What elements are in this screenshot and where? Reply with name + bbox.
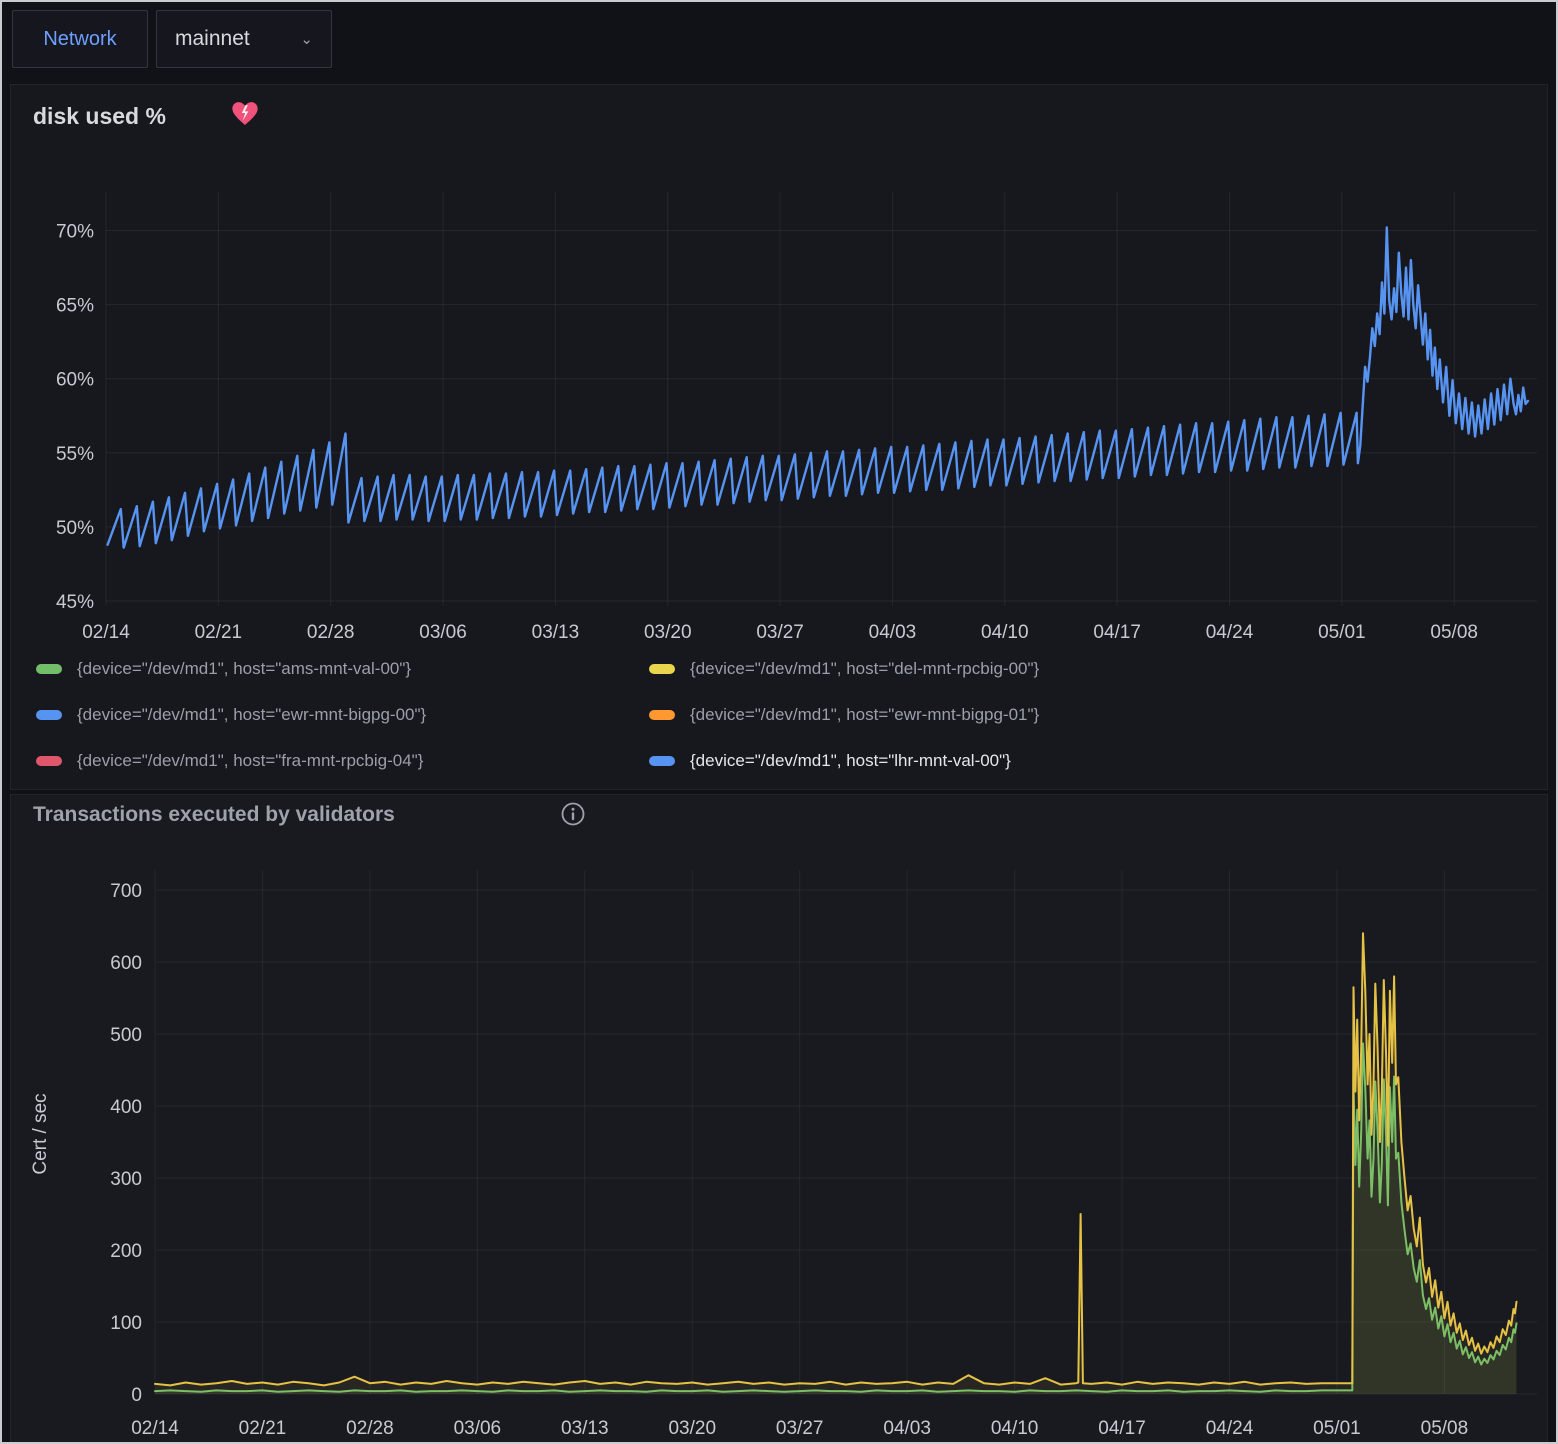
x-tick-label: 02/14 bbox=[82, 622, 130, 643]
info-icon[interactable] bbox=[560, 801, 586, 827]
panel-title: Transactions executed by validators bbox=[33, 803, 395, 827]
x-tick-label: 02/21 bbox=[195, 622, 243, 643]
x-tick-label: 04/24 bbox=[1206, 1418, 1254, 1439]
x-tick-label: 03/06 bbox=[419, 622, 467, 643]
disk-used-chart[interactable]: 45% 50% 55% 60% 65% 70% 02/14 02/21 02/28 03/06 03… bbox=[2, 142, 1558, 662]
panel-title: disk used % bbox=[33, 103, 166, 130]
heart-break-icon bbox=[231, 101, 259, 127]
x-tick-label: 03/27 bbox=[756, 622, 804, 643]
x-tick-label: 04/24 bbox=[1206, 622, 1254, 643]
y-tick-label: 70% bbox=[56, 222, 94, 243]
y-tick-label: 300 bbox=[110, 1169, 142, 1190]
x-tick-label: 02/14 bbox=[131, 1418, 179, 1439]
x-tick-label: 05/01 bbox=[1318, 622, 1366, 643]
network-label-text: Network bbox=[43, 28, 116, 51]
legend-series-label: {device="/dev/md1", host="lhr-mnt-val-00… bbox=[690, 751, 1011, 771]
network-value-text: mainnet bbox=[175, 27, 250, 51]
legend-series-label: {device="/dev/md1", host="ams-mnt-val-00… bbox=[77, 659, 411, 679]
legend-series-label: {device="/dev/md1", host="ewr-mnt-bigpg-… bbox=[690, 705, 1039, 725]
x-tick-label: 05/08 bbox=[1430, 622, 1478, 643]
y-tick-label: 700 bbox=[110, 881, 142, 902]
transactions-chart[interactable]: 0 100 200 300 400 500 600 700 02/14 02/21 02/28 03/… bbox=[2, 858, 1558, 1444]
y-tick-label: 200 bbox=[110, 1241, 142, 1262]
x-tick-label: 03/20 bbox=[644, 622, 692, 643]
y-tick-label: 50% bbox=[56, 518, 94, 539]
series-line bbox=[155, 1043, 1517, 1391]
x-tick-label: 04/10 bbox=[981, 622, 1029, 643]
legend-series-label: {device="/dev/md1", host="ewr-mnt-bigpg-… bbox=[77, 705, 426, 725]
y-tick-label: 100 bbox=[110, 1313, 142, 1334]
x-tick-label: 02/28 bbox=[346, 1418, 394, 1439]
y-tick-label: 400 bbox=[110, 1097, 142, 1118]
series-line bbox=[108, 228, 1528, 548]
legend-series-swatch bbox=[36, 710, 62, 720]
series-area bbox=[155, 1043, 1517, 1394]
x-tick-label: 02/28 bbox=[307, 622, 355, 643]
x-tick-label: 05/08 bbox=[1421, 1418, 1469, 1439]
network-variable-label: Network bbox=[12, 10, 148, 68]
legend-series-label: {device="/dev/md1", host="fra-mnt-rpcbig… bbox=[77, 751, 423, 771]
series-line bbox=[155, 933, 1517, 1385]
legend-item[interactable]: {device="/dev/md1", host="ewr-mnt-bigpg-… bbox=[36, 699, 649, 731]
chevron-down-icon: ⌄ bbox=[300, 30, 313, 48]
x-tick-label: 04/17 bbox=[1098, 1418, 1146, 1439]
x-tick-label: 04/17 bbox=[1093, 622, 1141, 643]
legend-series-label: {device="/dev/md1", host="del-mnt-rpcbig… bbox=[690, 659, 1039, 679]
x-tick-label: 03/06 bbox=[454, 1418, 502, 1439]
x-tick-label: 03/27 bbox=[776, 1418, 824, 1439]
y-tick-label: 500 bbox=[110, 1025, 142, 1046]
y-axis-title: Cert / sec bbox=[30, 1093, 51, 1174]
legend-series-swatch bbox=[649, 756, 675, 766]
x-tick-label: 02/21 bbox=[239, 1418, 287, 1439]
y-tick-label: 45% bbox=[56, 592, 94, 613]
x-tick-label: 04/10 bbox=[991, 1418, 1039, 1439]
y-tick-label: 60% bbox=[56, 370, 94, 391]
legend-series-swatch bbox=[649, 710, 675, 720]
x-tick-label: 05/01 bbox=[1313, 1418, 1361, 1439]
x-tick-label: 03/20 bbox=[668, 1418, 716, 1439]
y-tick-label: 65% bbox=[56, 296, 94, 317]
y-tick-label: 55% bbox=[56, 444, 94, 465]
legend-series-swatch bbox=[36, 664, 62, 674]
x-tick-label: 04/03 bbox=[883, 1418, 931, 1439]
legend-item[interactable]: {device="/dev/md1", host="lhr-mnt-val-00… bbox=[649, 745, 1546, 777]
legend-item[interactable]: {device="/dev/md1", host="ewr-mnt-bigpg-… bbox=[649, 699, 1546, 731]
legend-series-swatch bbox=[36, 756, 62, 766]
y-tick-label: 600 bbox=[110, 953, 142, 974]
series-area bbox=[155, 933, 1517, 1394]
x-tick-label: 03/13 bbox=[532, 622, 580, 643]
grafana-dashboard: Network mainnet ⌄ disk used % {device="/… bbox=[0, 0, 1558, 1444]
y-tick-label: 0 bbox=[131, 1385, 142, 1406]
legend-series-swatch bbox=[649, 664, 675, 674]
x-tick-label: 03/13 bbox=[561, 1418, 609, 1439]
network-variable-dropdown[interactable]: mainnet ⌄ bbox=[156, 10, 332, 68]
legend-item[interactable]: {device="/dev/md1", host="fra-mnt-rpcbig… bbox=[36, 745, 649, 777]
disk-used-legend: {device="/dev/md1", host="ams-mnt-val-00… bbox=[36, 653, 1546, 777]
x-tick-label: 04/03 bbox=[869, 622, 917, 643]
